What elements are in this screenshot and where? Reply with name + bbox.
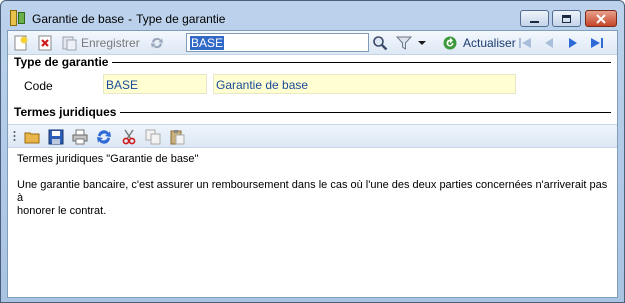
cut-icon (122, 129, 136, 145)
new-button[interactable] (13, 35, 29, 51)
refresh-label-button[interactable]: Actualiser (463, 35, 516, 51)
next-record-button[interactable] (565, 35, 581, 51)
legal-terms-editor[interactable]: Termes juridiques "Garantie de base" Une… (8, 148, 617, 297)
refresh-icon (151, 37, 163, 49)
filter-icon (396, 36, 412, 50)
minimize-button[interactable] (520, 10, 549, 27)
paste-icon (170, 130, 185, 145)
reload-icon (443, 36, 457, 50)
code-label: Code (24, 79, 53, 93)
client-area: Enregistrer BASE Actualiser Type de gara… (7, 30, 618, 298)
first-record-button[interactable] (517, 35, 533, 51)
main-toolbar: Enregistrer BASE Actualiser (8, 31, 617, 55)
open-button[interactable] (24, 129, 40, 145)
delete-button[interactable] (37, 35, 53, 51)
first-icon (519, 38, 531, 48)
search-input-value: BASE (190, 36, 225, 50)
close-button[interactable] (585, 10, 617, 27)
toolbar-grip (13, 129, 16, 145)
delete-icon (38, 35, 52, 51)
last-record-button[interactable] (589, 35, 605, 51)
section-title-legal: Termes juridiques (14, 105, 121, 119)
filter-dropdown[interactable] (418, 35, 426, 51)
print-icon (72, 129, 88, 145)
paste-button[interactable] (169, 129, 185, 145)
save-icon (62, 36, 77, 51)
app-icon (10, 10, 26, 26)
sync-button[interactable] (96, 129, 112, 145)
copy-button[interactable] (145, 129, 161, 145)
new-icon (14, 35, 28, 51)
print-button[interactable] (72, 129, 88, 145)
sync-icon (97, 130, 111, 144)
reload-button[interactable] (442, 35, 458, 51)
cut-button[interactable] (121, 129, 137, 145)
maximize-icon (562, 14, 571, 23)
search-input[interactable]: BASE (186, 33, 369, 52)
section-title-type: Type de garantie (14, 55, 113, 69)
title-bar[interactable]: Garantie de base - Type de garantie (1, 1, 624, 30)
save-disk-icon (48, 129, 64, 145)
save-icon-button[interactable] (61, 35, 77, 51)
previous-icon (545, 38, 553, 48)
save-button-label: Enregistrer (81, 36, 140, 50)
editor-line: honorer le contrat. (17, 205, 107, 217)
copy-icon (145, 129, 161, 145)
code-field[interactable]: BASE (103, 74, 207, 94)
refresh-label: Actualiser (463, 36, 516, 50)
window-title: Garantie de base - Type de garantie (32, 12, 225, 26)
window-title-main: Garantie de base (32, 12, 125, 26)
minimize-icon (530, 20, 539, 23)
dropdown-icon (418, 41, 426, 45)
open-folder-icon (24, 132, 40, 144)
refresh-button[interactable] (149, 35, 165, 51)
window-title-separator: - (128, 12, 133, 26)
name-field[interactable]: Garantie de base (213, 74, 516, 94)
close-icon (596, 13, 606, 24)
editor-line: Termes juridiques "Garantie de base" (17, 153, 199, 165)
save-button[interactable]: Enregistrer (81, 35, 140, 51)
window-title-sub: Type de garantie (136, 12, 226, 26)
next-icon (569, 38, 577, 48)
maximize-button[interactable] (552, 10, 581, 27)
search-icon (373, 36, 388, 51)
application-window: Garantie de base - Type de garantie Enreg (0, 0, 625, 303)
filter-button[interactable] (396, 35, 412, 51)
previous-record-button[interactable] (541, 35, 557, 51)
last-icon (591, 38, 603, 48)
save-document-button[interactable] (48, 129, 64, 145)
editor-toolbar (8, 124, 617, 148)
search-button[interactable] (372, 35, 388, 51)
editor-line: Une garantie bancaire, c'est assurer un … (17, 179, 608, 204)
